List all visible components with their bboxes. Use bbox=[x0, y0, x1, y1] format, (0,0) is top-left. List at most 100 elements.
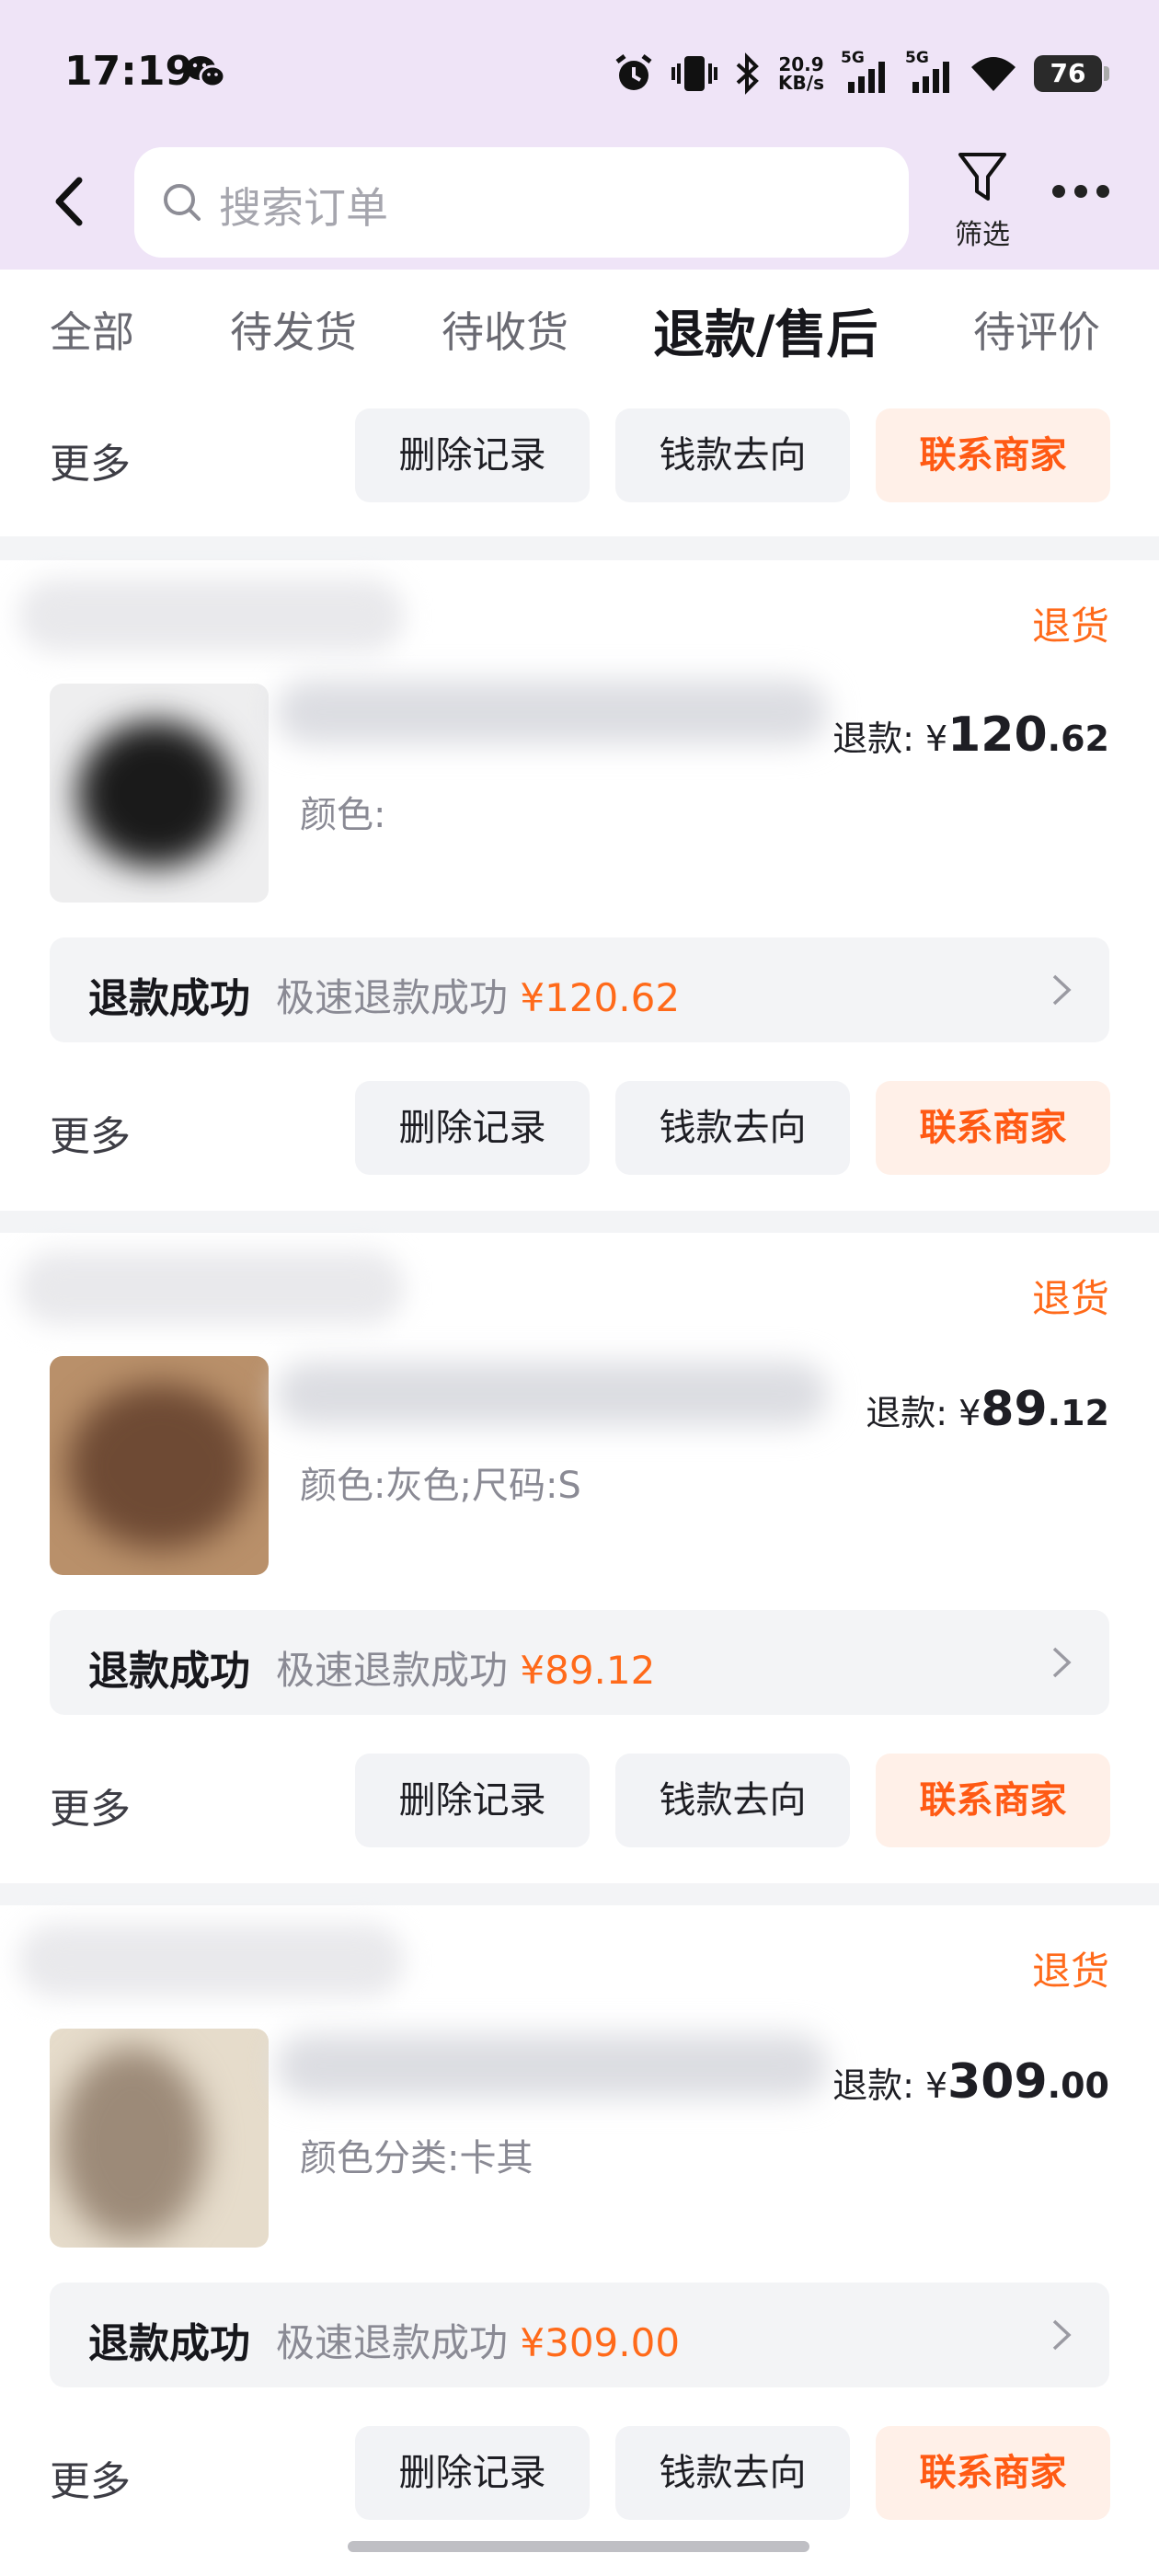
contact-merchant-button[interactable]: 联系商家 bbox=[876, 1754, 1110, 1847]
tab-all[interactable]: 全部 bbox=[50, 299, 134, 360]
refund-status-desc: 极速退款成功 ¥120.62 bbox=[276, 967, 680, 1023]
battery-icon: 76 bbox=[1034, 55, 1109, 92]
filter-icon bbox=[958, 153, 1006, 201]
refund-desc-text: 极速退款成功 bbox=[276, 1648, 509, 1693]
alarm-icon bbox=[615, 54, 652, 90]
contact-merchant-button[interactable]: 联系商家 bbox=[876, 2426, 1110, 2520]
tab-to-receive[interactable]: 待收货 bbox=[442, 299, 568, 360]
product-spec: 颜色:灰色;尺码:S bbox=[300, 1465, 581, 1507]
order-tabs: 全部 待发货 待收货 退款/售后 待评价 bbox=[0, 270, 1159, 385]
search-placeholder: 搜索订单 bbox=[219, 183, 388, 233]
product-spec: 颜色: bbox=[300, 794, 386, 836]
product-title-redacted bbox=[276, 680, 828, 744]
refund-decimal: .12 bbox=[1047, 1393, 1109, 1433]
delete-record-button[interactable]: 删除记录 bbox=[355, 408, 590, 502]
refund-integer: 89 bbox=[981, 1382, 1048, 1437]
status-bar: 17:19 20.9 KB/s 5G 5G 76 bbox=[0, 0, 1159, 147]
filter-label: 筛选 bbox=[955, 219, 1010, 251]
more-link[interactable]: 更多 bbox=[50, 1776, 131, 1834]
search-icon bbox=[164, 184, 201, 221]
vibrate-icon bbox=[671, 56, 718, 91]
product-thumbnail[interactable] bbox=[50, 2029, 269, 2248]
chevron-right-icon bbox=[1052, 974, 1072, 1006]
signal-icon: 5G bbox=[841, 49, 889, 95]
money-flow-button[interactable]: 钱款去向 bbox=[615, 408, 850, 502]
more-link[interactable]: 更多 bbox=[50, 1103, 131, 1162]
wechat-icon bbox=[186, 56, 226, 88]
tab-to-review[interactable]: 待评价 bbox=[973, 299, 1100, 360]
contact-merchant-button[interactable]: 联系商家 bbox=[876, 1081, 1110, 1175]
filter-button[interactable]: 筛选 bbox=[946, 149, 1019, 259]
delete-record-button[interactable]: 删除记录 bbox=[355, 1081, 590, 1175]
refund-amount: 退款: ¥309.00 bbox=[832, 2054, 1109, 2110]
refund-desc-text: 极速退款成功 bbox=[276, 2320, 509, 2365]
net-speed-value: 20.9 bbox=[778, 53, 824, 75]
order-card[interactable]: 退货 颜色分类:卡其 退款: ¥309.00 退款成功 极速退款成功 ¥309.… bbox=[0, 1905, 1159, 2576]
refund-status-amount: ¥89.12 bbox=[520, 1648, 656, 1693]
tab-refund-aftersale[interactable]: 退款/售后 bbox=[653, 293, 878, 368]
refund-status-desc: 极速退款成功 ¥89.12 bbox=[276, 1639, 655, 1696]
tab-to-ship[interactable]: 待发货 bbox=[230, 299, 357, 360]
delete-record-button[interactable]: 删除记录 bbox=[355, 2426, 590, 2520]
refund-label: 退款: ¥ bbox=[866, 1393, 981, 1433]
net-speed: 20.9 KB/s bbox=[778, 55, 824, 92]
order-actions: 更多 删除记录 钱款去向 联系商家 bbox=[0, 2426, 1159, 2520]
search-input[interactable]: 搜索订单 bbox=[134, 147, 909, 258]
product-title-redacted bbox=[276, 1362, 828, 1426]
product-spec: 颜色分类:卡其 bbox=[300, 2137, 534, 2179]
refund-status-desc: 极速退款成功 ¥309.00 bbox=[276, 2312, 680, 2368]
refund-integer: 309 bbox=[947, 2054, 1048, 2110]
refund-status-title: 退款成功 bbox=[88, 1648, 250, 1695]
more-link[interactable]: 更多 bbox=[50, 431, 131, 489]
product-thumbnail[interactable] bbox=[50, 684, 269, 903]
dot-icon bbox=[1096, 185, 1109, 198]
refund-label: 退款: ¥ bbox=[832, 719, 948, 759]
refund-amount: 退款: ¥89.12 bbox=[866, 1382, 1109, 1437]
bluetooth-icon bbox=[736, 52, 759, 95]
refund-decimal: .62 bbox=[1047, 719, 1109, 759]
home-indicator[interactable] bbox=[348, 2541, 809, 2552]
order-card[interactable]: 退货 颜色:灰色;尺码:S 退款: ¥89.12 退款成功 极速退款成功 ¥89… bbox=[0, 1233, 1159, 1883]
refund-amount: 退款: ¥120.62 bbox=[832, 707, 1109, 763]
back-button[interactable] bbox=[44, 169, 96, 234]
store-name-redacted bbox=[18, 1251, 405, 1325]
refund-label: 退款: ¥ bbox=[832, 2065, 948, 2106]
store-name-redacted bbox=[18, 1924, 405, 1997]
money-flow-button[interactable]: 钱款去向 bbox=[615, 1754, 850, 1847]
dot-icon bbox=[1052, 185, 1065, 198]
store-name-redacted bbox=[18, 579, 405, 652]
order-actions: 更多 删除记录 钱款去向 联系商家 bbox=[0, 1081, 1159, 1175]
refund-decimal: .00 bbox=[1047, 2065, 1109, 2106]
refund-status-row[interactable]: 退款成功 极速退款成功 ¥89.12 bbox=[50, 1610, 1109, 1715]
product-thumbnail[interactable] bbox=[50, 1356, 269, 1575]
refund-status-row[interactable]: 退款成功 极速退款成功 ¥120.62 bbox=[50, 937, 1109, 1042]
refund-status-title: 退款成功 bbox=[88, 975, 250, 1022]
signal-icon: 5G bbox=[905, 49, 953, 95]
delete-record-button[interactable]: 删除记录 bbox=[355, 1754, 590, 1847]
product-title-redacted bbox=[276, 2034, 828, 2099]
refund-status-row[interactable]: 退款成功 极速退款成功 ¥309.00 bbox=[50, 2283, 1109, 2387]
order-actions: 更多 删除记录 钱款去向 联系商家 bbox=[0, 408, 1159, 502]
order-actions: 更多 删除记录 钱款去向 联系商家 bbox=[0, 1754, 1159, 1847]
refund-desc-text: 极速退款成功 bbox=[276, 975, 509, 1020]
more-link[interactable]: 更多 bbox=[50, 2448, 131, 2507]
refund-status-amount: ¥309.00 bbox=[520, 2320, 681, 2365]
chevron-right-icon bbox=[1052, 2319, 1072, 2351]
money-flow-button[interactable]: 钱款去向 bbox=[615, 1081, 850, 1175]
order-card-partial: 更多 删除记录 钱款去向 联系商家 bbox=[0, 385, 1159, 536]
refund-status-title: 退款成功 bbox=[88, 2320, 250, 2367]
dot-icon bbox=[1074, 185, 1087, 198]
money-flow-button[interactable]: 钱款去向 bbox=[615, 2426, 850, 2520]
after-sale-type: 退货 bbox=[1031, 604, 1109, 649]
refund-status-amount: ¥120.62 bbox=[520, 975, 681, 1020]
refund-integer: 120 bbox=[947, 707, 1048, 763]
order-card[interactable]: 退货 颜色: 退款: ¥120.62 退款成功 极速退款成功 ¥120.62 更… bbox=[0, 560, 1159, 1211]
wifi-icon bbox=[971, 57, 1016, 91]
after-sale-type: 退货 bbox=[1031, 1949, 1109, 1994]
clock: 17:19 bbox=[64, 48, 194, 95]
net-speed-unit: KB/s bbox=[778, 72, 824, 94]
top-header: 17:19 20.9 KB/s 5G 5G 76 搜索订单 筛选 bbox=[0, 0, 1159, 270]
more-options-button[interactable] bbox=[1052, 184, 1126, 221]
chevron-right-icon bbox=[1052, 1647, 1072, 1678]
contact-merchant-button[interactable]: 联系商家 bbox=[876, 408, 1110, 502]
